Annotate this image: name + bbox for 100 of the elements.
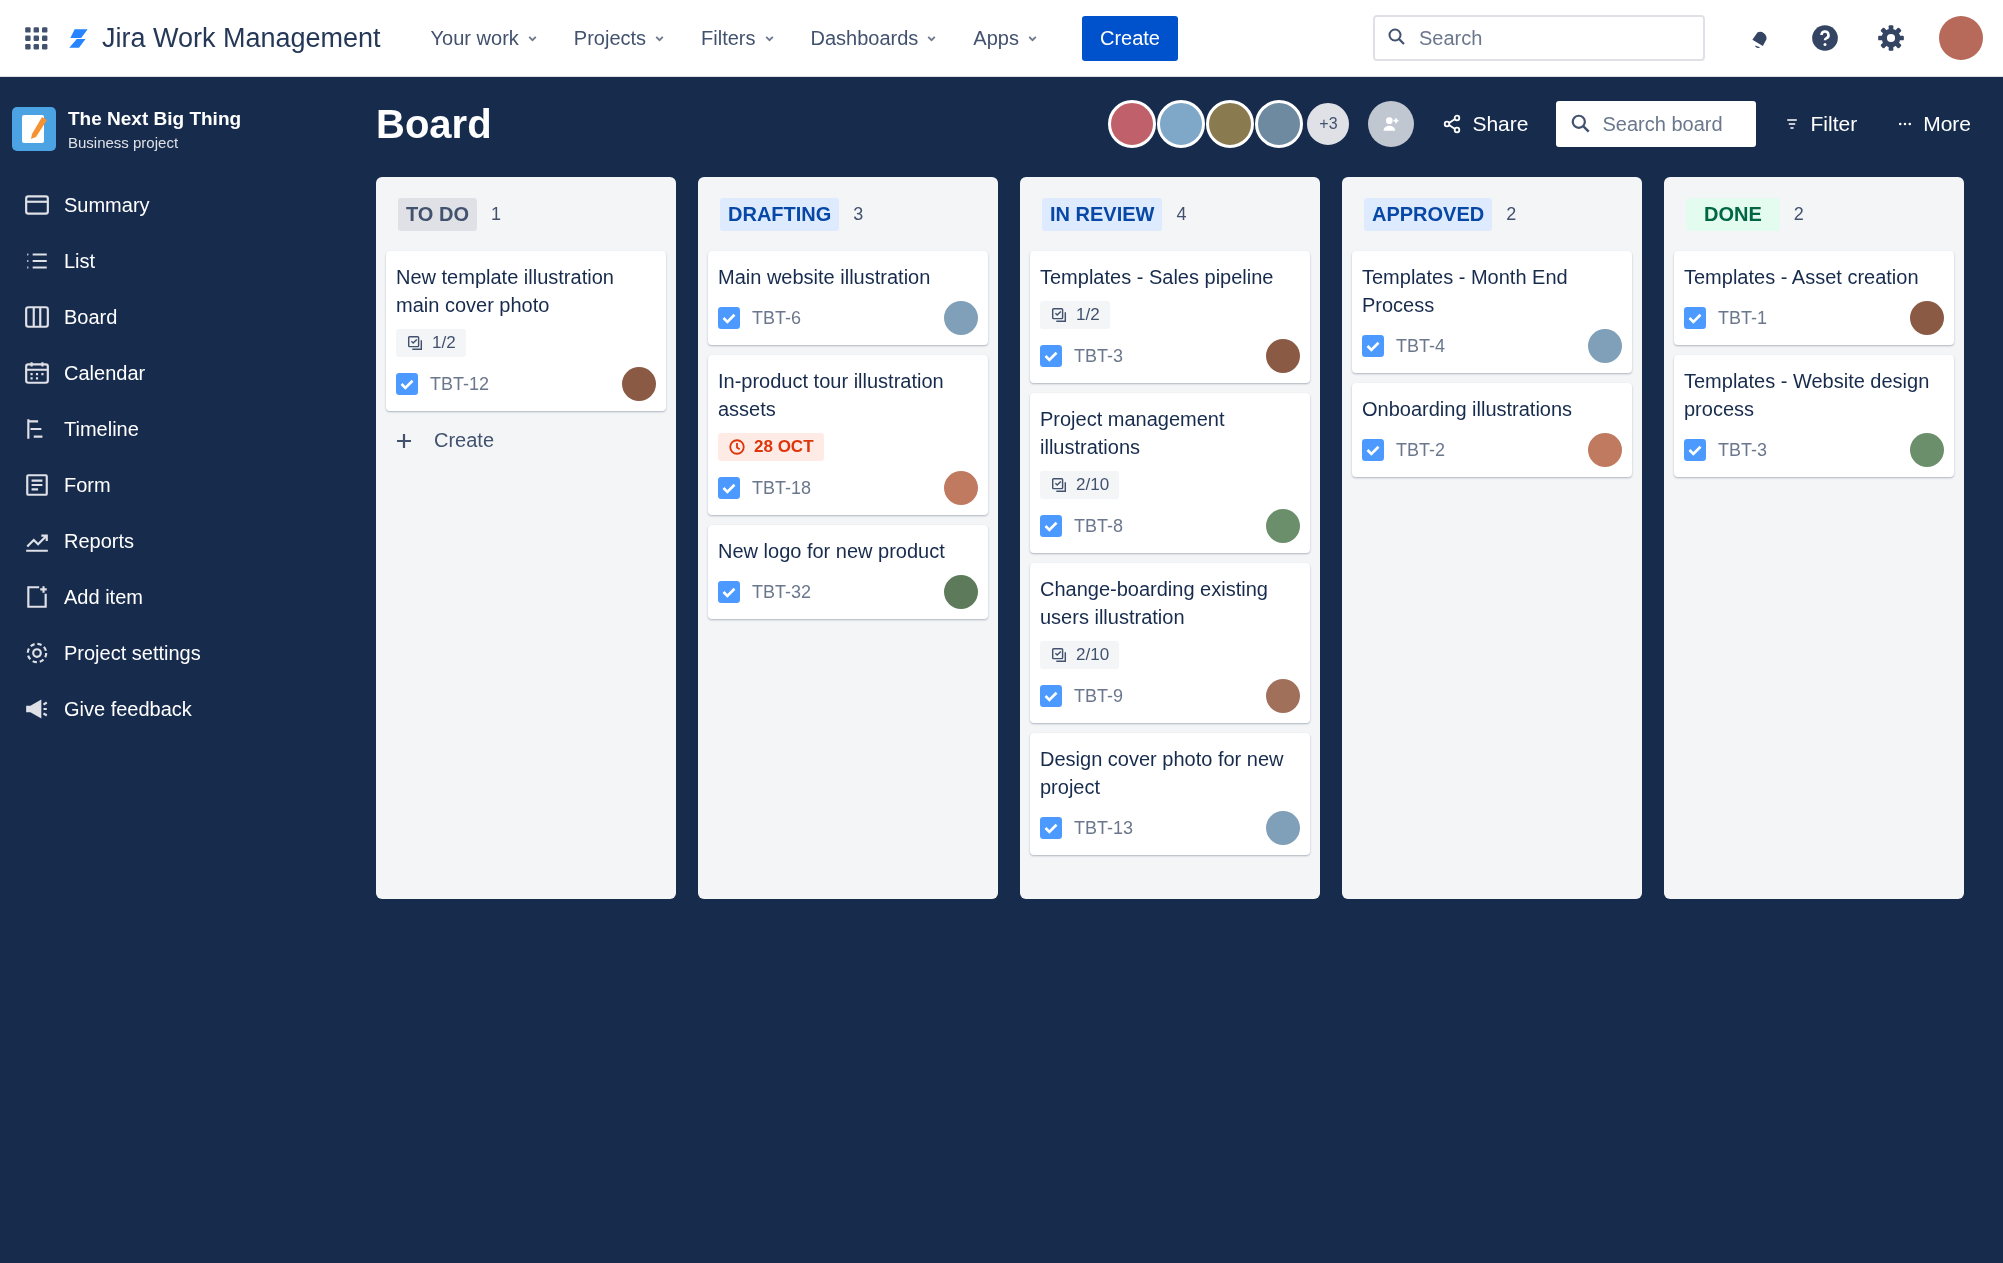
- task-type-icon: [1362, 335, 1384, 357]
- board-search-field[interactable]: Search board: [1556, 101, 1757, 147]
- assignee-avatar[interactable]: [944, 301, 978, 335]
- issue-key[interactable]: TBT-4: [1396, 335, 1576, 357]
- issue-key[interactable]: TBT-8: [1074, 515, 1254, 537]
- filter-button[interactable]: Filter: [1772, 104, 1870, 144]
- nav-menu[interactable]: Apps: [963, 20, 1048, 56]
- nav-menu[interactable]: Projects: [563, 20, 676, 56]
- search-field[interactable]: Search: [1373, 15, 1705, 61]
- status-label: APPROVED: [1364, 197, 1493, 231]
- app-switcher-icon[interactable]: [24, 26, 48, 50]
- search-icon: [1387, 27, 1407, 47]
- sidebar-item[interactable]: List: [12, 233, 364, 289]
- sidebar-label: List: [64, 249, 96, 273]
- issue-key[interactable]: TBT-18: [752, 477, 932, 499]
- assignee-avatar[interactable]: [1910, 301, 1944, 335]
- card-title: Templates - Month End Process: [1362, 265, 1569, 318]
- status-label: DRAFTING: [720, 197, 840, 231]
- card-title: Project management illustrations: [1040, 407, 1226, 460]
- assignee-avatar[interactable]: [1266, 679, 1300, 713]
- task-type-icon: [396, 373, 418, 395]
- board-icon: [24, 304, 50, 330]
- assignee-avatar[interactable]: [1266, 811, 1300, 845]
- issue-key[interactable]: TBT-32: [752, 581, 932, 603]
- sidebar-item[interactable]: Add item: [12, 569, 364, 625]
- subtask-icon: [1050, 476, 1068, 494]
- issue-card[interactable]: Design cover photo for new project TBT-13: [1030, 733, 1310, 855]
- share-button[interactable]: Share: [1430, 104, 1541, 144]
- assignee-avatar[interactable]: [1910, 433, 1944, 467]
- issue-card[interactable]: Main website illustration TBT-6: [708, 251, 988, 345]
- more-button[interactable]: More: [1885, 104, 1983, 144]
- member-avatar[interactable]: [1157, 100, 1206, 148]
- issue-card[interactable]: New logo for new product TBT-32: [708, 525, 988, 619]
- issue-card[interactable]: Templates - Asset creation TBT-1: [1674, 251, 1954, 345]
- nav-menu[interactable]: Filters: [691, 20, 785, 56]
- status-label: DONE: [1686, 197, 1780, 231]
- issue-key[interactable]: TBT-9: [1074, 685, 1254, 707]
- issue-key[interactable]: TBT-12: [430, 373, 610, 395]
- sidebar-item[interactable]: Give feedback: [12, 681, 364, 737]
- assignee-avatar[interactable]: [944, 471, 978, 505]
- member-avatar[interactable]: [1108, 100, 1157, 148]
- settings-icon[interactable]: [1877, 24, 1905, 52]
- issue-key[interactable]: TBT-3: [1718, 439, 1898, 461]
- issue-card[interactable]: Templates - Website design process TBT-3: [1674, 355, 1954, 477]
- issue-key[interactable]: TBT-6: [752, 307, 932, 329]
- issue-card[interactable]: Onboarding illustrations TBT-2: [1352, 383, 1632, 477]
- create-issue-button[interactable]: Create: [386, 421, 503, 460]
- project-type: Business project: [68, 133, 180, 151]
- issue-card[interactable]: New template illustration main cover photo 1/2 TBT-12: [386, 251, 666, 411]
- add-people-button[interactable]: [1368, 101, 1415, 147]
- card-title: New logo for new product: [718, 539, 945, 564]
- sidebar-item[interactable]: Summary: [12, 177, 364, 233]
- issue-card[interactable]: Templates - Sales pipeline 1/2 TBT-3: [1030, 251, 1310, 383]
- notebook-pencil-icon: [12, 107, 56, 151]
- card-title: New template illustration main cover photo: [396, 265, 615, 318]
- sidebar-item[interactable]: Form: [12, 457, 364, 513]
- task-type-icon: [1684, 307, 1706, 329]
- task-type-icon: [1684, 439, 1706, 461]
- assignee-avatar[interactable]: [1266, 509, 1300, 543]
- sidebar-label: Project settings: [64, 641, 201, 665]
- user-avatar[interactable]: [1939, 16, 1983, 60]
- issue-card[interactable]: Templates - Month End Process TBT-4: [1352, 251, 1632, 373]
- issue-key[interactable]: TBT-13: [1074, 817, 1254, 839]
- issue-card[interactable]: In-product tour illustration assets 28 OCT TBT-18: [708, 355, 988, 515]
- assignee-avatar[interactable]: [1588, 329, 1622, 363]
- sidebar-item[interactable]: Project settings: [12, 625, 364, 681]
- issue-count: 2: [1793, 203, 1804, 225]
- member-avatar[interactable]: [1206, 100, 1255, 148]
- issue-count: 2: [1506, 203, 1517, 225]
- sidebar-label: Summary: [64, 193, 150, 217]
- product-name[interactable]: Jira Work Management: [102, 22, 381, 54]
- card-title: Design cover photo for new project: [1040, 747, 1285, 800]
- card-title: Templates - Website design process: [1684, 369, 1931, 422]
- task-type-icon: [1362, 439, 1384, 461]
- sidebar-label: Reports: [64, 529, 135, 553]
- assignee-avatar[interactable]: [944, 575, 978, 609]
- issue-key[interactable]: TBT-2: [1396, 439, 1576, 461]
- sidebar-item[interactable]: Timeline: [12, 401, 364, 457]
- issue-key[interactable]: TBT-3: [1074, 345, 1254, 367]
- issue-card[interactable]: Project management illustrations 2/10 TBT-8: [1030, 393, 1310, 553]
- sidebar-item[interactable]: Calendar: [12, 345, 364, 401]
- clock-icon: [728, 438, 746, 456]
- issue-key[interactable]: TBT-1: [1718, 307, 1898, 329]
- member-avatar[interactable]: [1255, 100, 1304, 148]
- task-type-icon: [1040, 817, 1062, 839]
- task-type-icon: [718, 307, 740, 329]
- nav-menu[interactable]: Your work: [420, 20, 548, 56]
- issue-card[interactable]: Change-boarding existing users illustration 2/10 TBT-9: [1030, 563, 1310, 723]
- share-icon: [1442, 114, 1463, 134]
- assignee-avatar[interactable]: [1266, 339, 1300, 373]
- sidebar-item[interactable]: Reports: [12, 513, 364, 569]
- assignee-avatar[interactable]: [622, 367, 656, 401]
- nav-menu[interactable]: Dashboards: [800, 20, 948, 56]
- settings-icon: [24, 640, 50, 666]
- create-button[interactable]: Create: [1081, 15, 1178, 61]
- sidebar-label: Form: [64, 473, 111, 497]
- sidebar-item[interactable]: Board: [12, 289, 364, 345]
- subtask-icon: [1050, 306, 1068, 324]
- assignee-avatar[interactable]: [1588, 433, 1622, 467]
- help-icon[interactable]: [1811, 24, 1839, 52]
